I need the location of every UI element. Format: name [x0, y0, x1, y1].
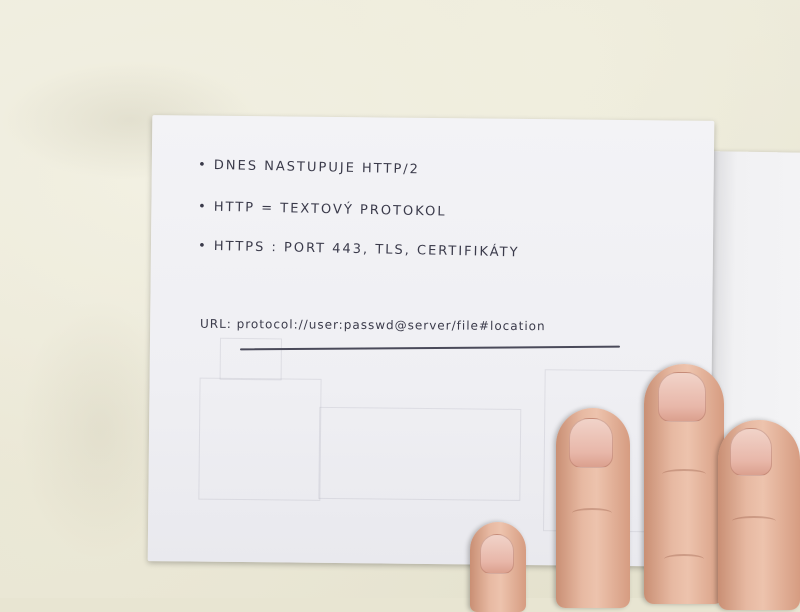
fingernail: [658, 372, 706, 422]
knuckle-crease: [662, 469, 706, 479]
show-through-box: [219, 337, 283, 381]
index-finger: [718, 420, 800, 610]
ring-finger: [556, 408, 630, 608]
fingernail: [569, 418, 613, 468]
pinky-finger: [470, 522, 526, 612]
fingernail: [480, 534, 514, 574]
fingernail: [730, 428, 772, 476]
knuckle-crease: [572, 508, 612, 518]
show-through-box: [198, 377, 322, 501]
middle-finger: [644, 364, 724, 604]
show-through-box: [318, 406, 522, 501]
knuckle-crease: [664, 554, 704, 564]
knuckle-crease: [732, 516, 776, 526]
note-url-line: URL: protocol://user:passwd@server/file#…: [199, 316, 546, 334]
